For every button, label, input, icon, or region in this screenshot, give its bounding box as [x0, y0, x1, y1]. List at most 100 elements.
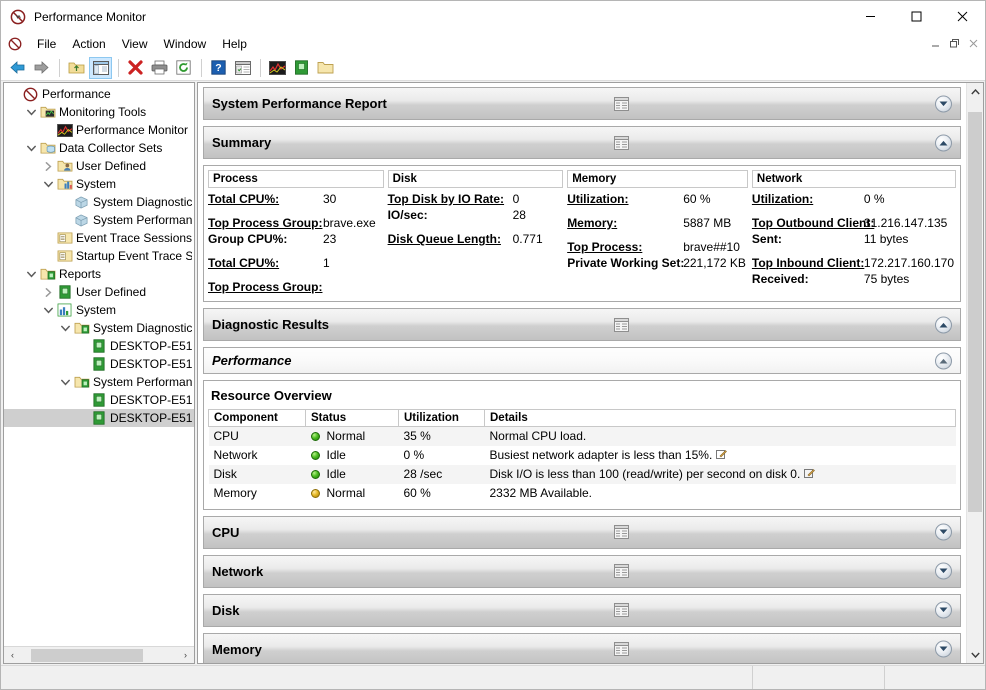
tree-hscroll-track[interactable]	[21, 647, 177, 663]
help-button[interactable]: ?	[207, 57, 230, 79]
tree-item-performance[interactable]: Performance	[4, 85, 194, 103]
section-diagnostic-results[interactable]: Diagnostic Results	[203, 308, 961, 341]
column-header-status[interactable]: Status	[305, 409, 399, 427]
close-button[interactable]	[939, 1, 985, 32]
column-header-utilization[interactable]: Utilization	[398, 409, 485, 427]
tree-item-event-trace-sessions[interactable]: Event Trace Sessions	[4, 229, 194, 247]
tree-item-user-defined[interactable]: User Defined	[4, 157, 194, 175]
column-header-component[interactable]: Component	[208, 409, 306, 427]
menu-item-window[interactable]: Window	[156, 33, 215, 55]
section-network[interactable]: Network	[203, 554, 961, 588]
menu-item-view[interactable]: View	[114, 33, 156, 55]
tree-item-desktop-e51b6[interactable]: DESKTOP-E51B6	[4, 391, 194, 409]
show-console-tree-button[interactable]	[89, 56, 112, 79]
summary-key[interactable]: Top Process:	[567, 239, 683, 255]
summary-key[interactable]: Top Process Group:	[208, 215, 323, 231]
forward-button[interactable]	[30, 57, 53, 79]
report-vscroll-track[interactable]	[967, 100, 983, 646]
tree-item-user-defined[interactable]: User Defined	[4, 283, 194, 301]
chevron-down-circle-icon[interactable]	[935, 95, 952, 112]
summary-key[interactable]: Top Inbound Client:	[752, 255, 864, 271]
tree-item-system-performanc[interactable]: System Performanc	[4, 211, 194, 229]
mdi-minimize-button[interactable]	[926, 35, 944, 52]
edit-icon[interactable]	[804, 468, 816, 479]
tree-item-performance-monitor[interactable]: Performance Monitor	[4, 121, 194, 139]
summary-key[interactable]: Top Disk by IO Rate:	[388, 191, 513, 207]
summary-key[interactable]: Utilization:	[567, 191, 683, 207]
tree-item-reports[interactable]: Reports	[4, 265, 194, 283]
chevron-down-icon[interactable]	[57, 374, 73, 390]
refresh-button[interactable]	[172, 57, 195, 79]
tree-item-system-performanc[interactable]: System Performanc	[4, 373, 194, 391]
tree-item-startup-event-trace-ses[interactable]: Startup Event Trace Ses	[4, 247, 194, 265]
tree-item-desktop-e51b6[interactable]: DESKTOP-E51B6	[4, 355, 194, 373]
table-row[interactable]: Network Idle 0 % Busiest network adapter is…	[208, 445, 956, 465]
back-button[interactable]	[6, 57, 29, 79]
chevron-down-icon[interactable]	[57, 320, 73, 336]
summary-key[interactable]: Top Outbound Client:	[752, 215, 874, 231]
tree-item-desktop-e51b6[interactable]: DESKTOP-E51B6	[4, 409, 194, 427]
minimize-button[interactable]	[847, 1, 893, 32]
chevron-down-circle-icon[interactable]	[935, 562, 952, 580]
chevron-right-icon[interactable]	[40, 284, 56, 300]
summary-key[interactable]: Total CPU%:	[208, 191, 323, 207]
chevron-down-circle-icon[interactable]	[935, 523, 952, 541]
chevron-up-circle-icon[interactable]	[935, 134, 952, 151]
section-disk[interactable]: Disk	[203, 593, 961, 627]
chevron-down-circle-icon[interactable]	[935, 601, 952, 619]
print-button[interactable]	[148, 57, 171, 79]
chevron-down-icon[interactable]	[40, 302, 56, 318]
scroll-left-arrow-icon[interactable]: ‹	[4, 648, 21, 663]
tree-item-monitoring-tools[interactable]: Monitoring Tools	[4, 103, 194, 121]
summary-key[interactable]: Top Process Group:	[208, 279, 323, 295]
summary-key[interactable]: Memory:	[567, 215, 683, 231]
chevron-up-circle-icon[interactable]	[935, 352, 952, 369]
tree-item-system[interactable]: System	[4, 175, 194, 193]
report-green-button[interactable]	[290, 57, 313, 79]
summary-key[interactable]: Utilization:	[752, 191, 864, 207]
tree-horizontal-scrollbar[interactable]: ‹ ›	[4, 646, 194, 663]
tree-item-system-diagnostics[interactable]: System Diagnostics	[4, 193, 194, 211]
maximize-button[interactable]	[893, 1, 939, 32]
chevron-down-icon[interactable]	[23, 104, 39, 120]
tree-item-system[interactable]: System	[4, 301, 194, 319]
section-cpu[interactable]: CPU	[203, 515, 961, 549]
chevron-down-icon[interactable]	[23, 140, 39, 156]
menu-item-file[interactable]: File	[29, 33, 64, 55]
menu-item-action[interactable]: Action	[64, 33, 113, 55]
table-row[interactable]: CPU Normal 35 % Normal CPU load.	[208, 426, 956, 446]
chevron-down-circle-icon[interactable]	[935, 640, 952, 658]
table-row[interactable]: Disk Idle 28 /sec Disk I/O is less than 100…	[208, 464, 956, 484]
properties-button[interactable]	[231, 57, 254, 79]
new-folder-button[interactable]	[314, 57, 337, 79]
performance-monitor-button[interactable]	[266, 57, 289, 79]
section-performance[interactable]: Performance	[203, 347, 961, 374]
console-tree[interactable]: Performance Monitoring Tools Performance M…	[4, 83, 194, 646]
delete-button[interactable]	[124, 57, 147, 79]
chevron-up-circle-icon[interactable]	[935, 316, 952, 333]
report-vscroll-thumb[interactable]	[968, 112, 982, 512]
edit-icon[interactable]	[716, 449, 728, 460]
menu-item-help[interactable]: Help	[214, 33, 255, 55]
scroll-up-arrow-icon[interactable]	[967, 83, 983, 100]
tree-item-data-collector-sets[interactable]: Data Collector Sets	[4, 139, 194, 157]
column-header-details[interactable]: Details	[484, 409, 956, 427]
chevron-down-icon[interactable]	[23, 266, 39, 282]
summary-key[interactable]: Disk Queue Length:	[388, 231, 513, 247]
scroll-right-arrow-icon[interactable]: ›	[177, 648, 194, 663]
mdi-restore-button[interactable]	[945, 35, 963, 52]
tree-item-system-diagnostics[interactable]: System Diagnostics	[4, 319, 194, 337]
section-memory[interactable]: Memory	[203, 632, 961, 663]
table-row[interactable]: Memory Normal 60 % 2332 MB Available.	[208, 483, 956, 503]
section-summary[interactable]: Summary	[203, 126, 961, 159]
section-system-performance-report[interactable]: System Performance Report	[203, 87, 961, 120]
tree-hscroll-thumb[interactable]	[31, 648, 143, 662]
chevron-down-icon[interactable]	[40, 176, 56, 192]
mdi-close-button[interactable]	[964, 35, 982, 52]
summary-key[interactable]: Total CPU%:	[208, 255, 323, 271]
up-folder-button[interactable]	[65, 57, 88, 79]
report-vertical-scrollbar[interactable]	[966, 83, 983, 663]
tree-item-desktop-e51b6[interactable]: DESKTOP-E51B6	[4, 337, 194, 355]
chevron-right-icon[interactable]	[40, 158, 56, 174]
scroll-down-arrow-icon[interactable]	[967, 646, 983, 663]
